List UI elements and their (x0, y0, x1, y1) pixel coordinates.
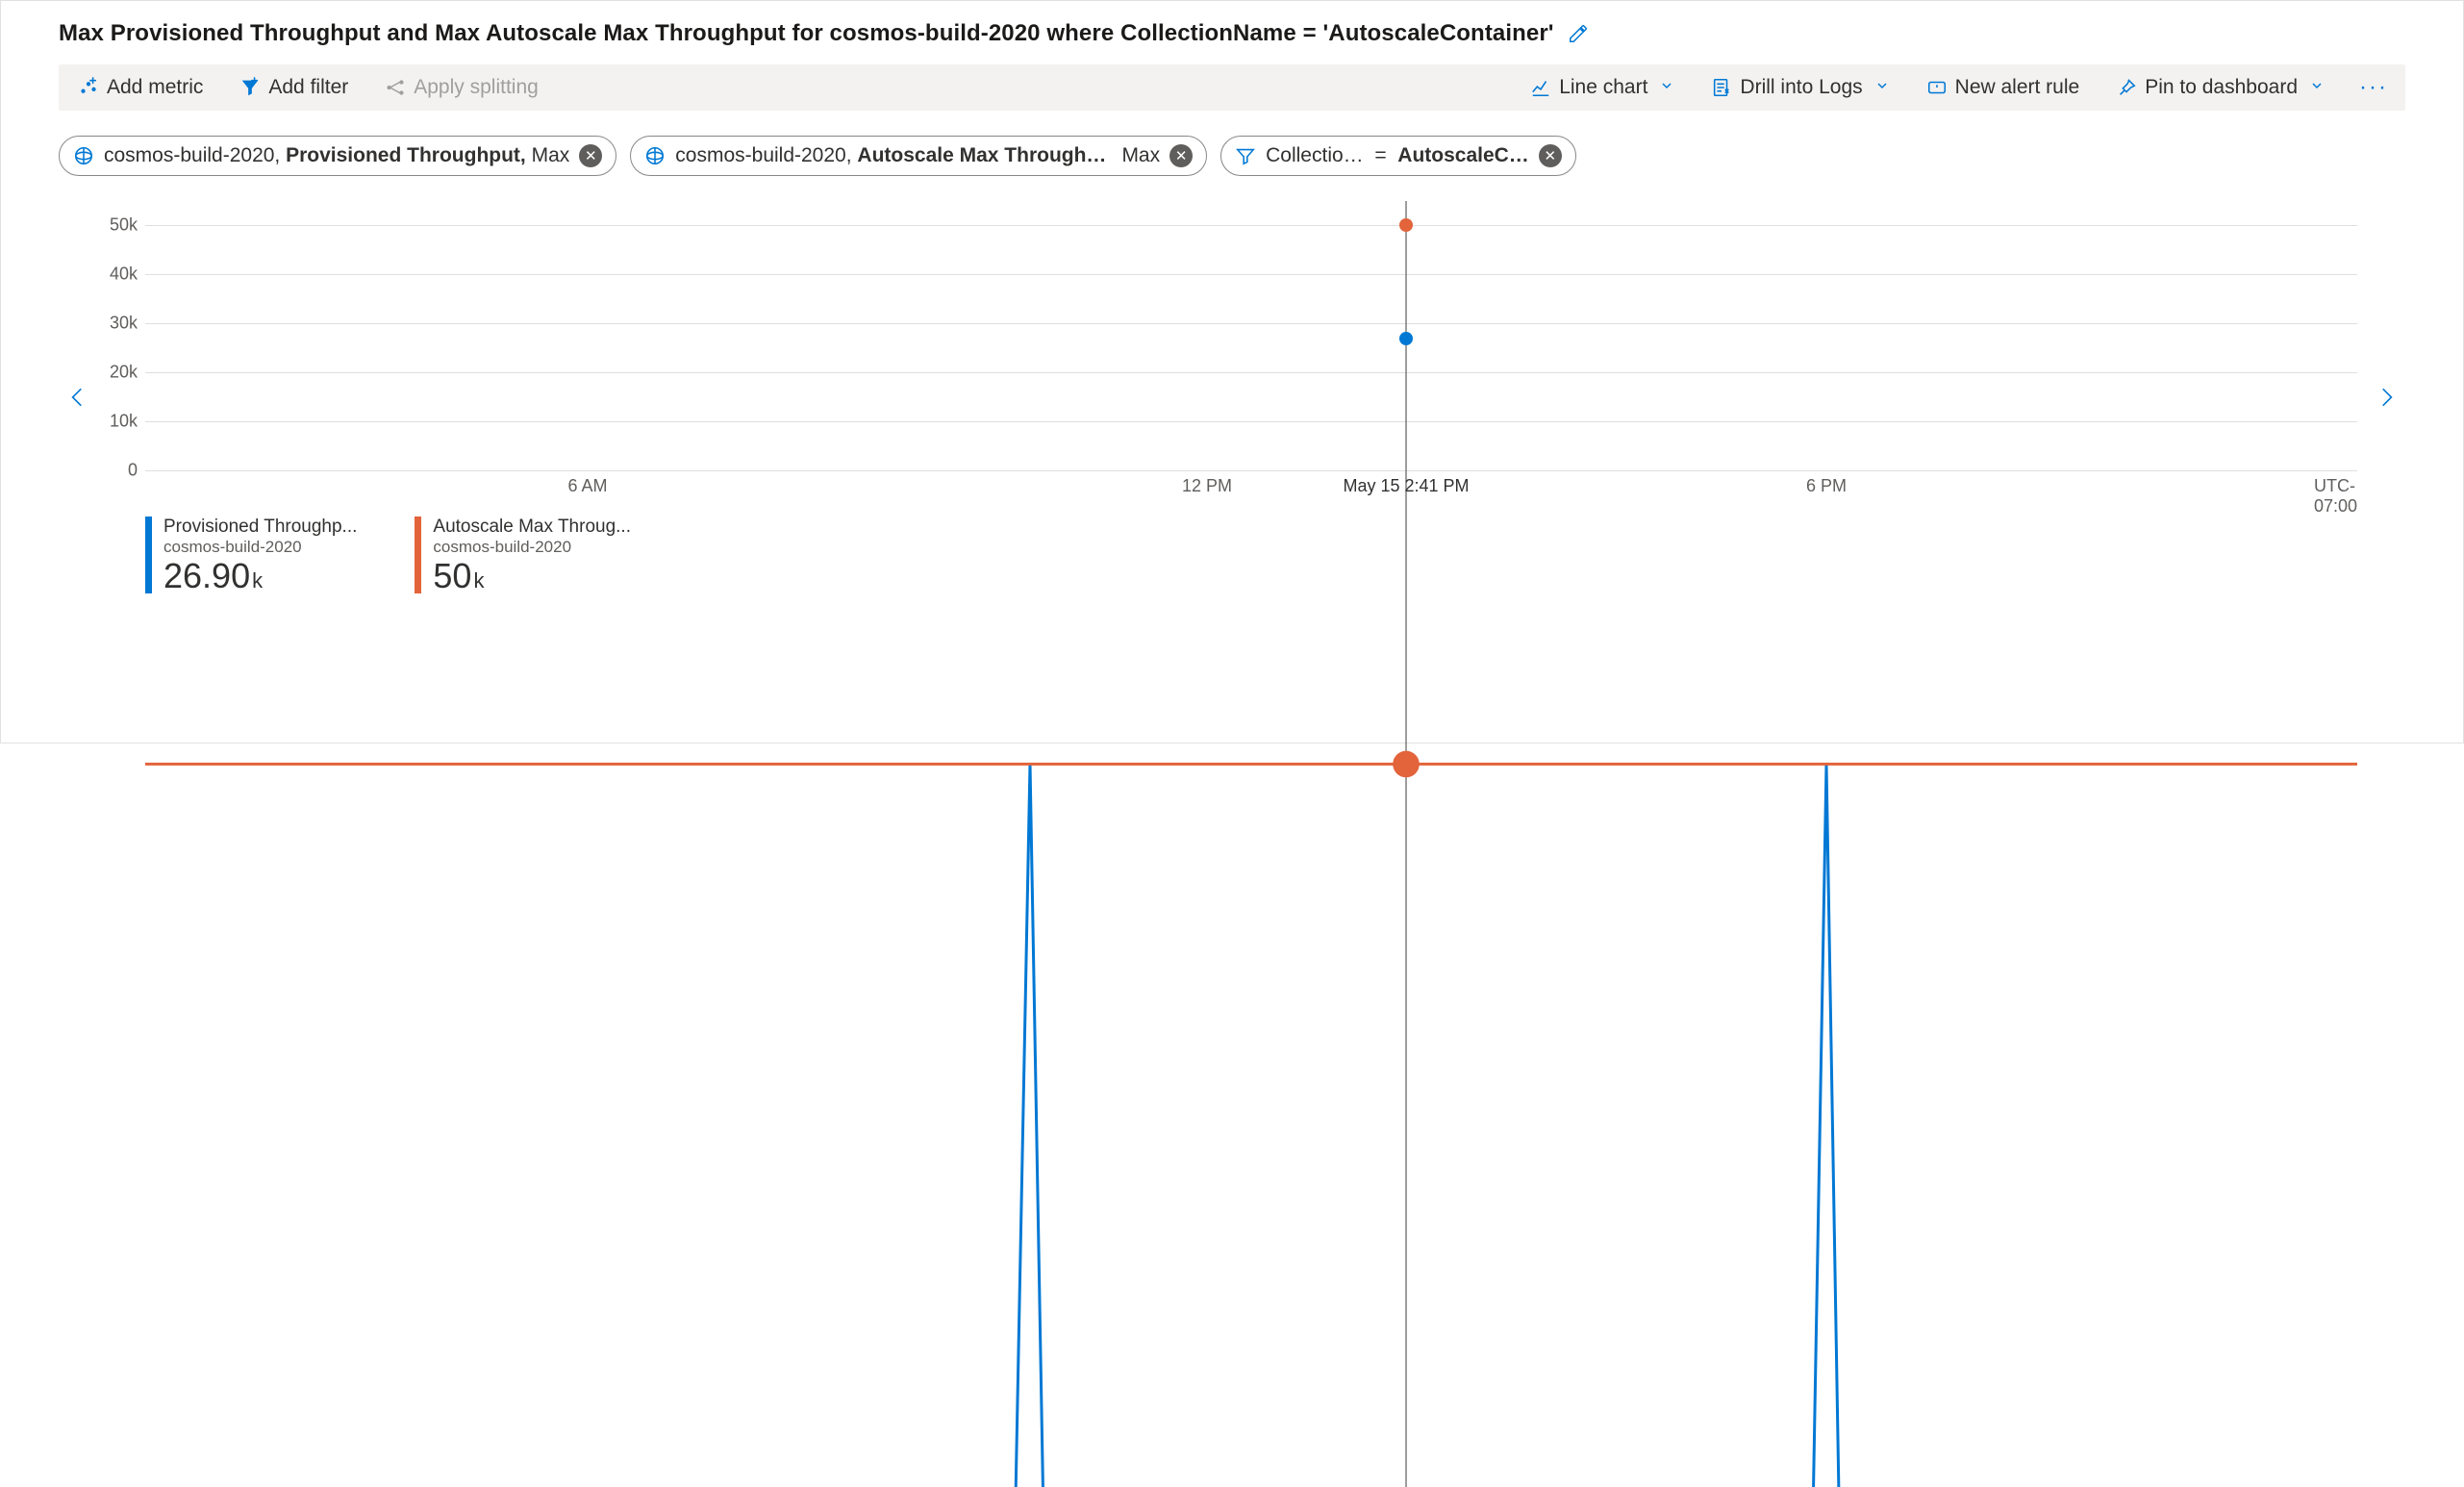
pin-dashboard-button[interactable]: Pin to dashboard (2106, 70, 2334, 105)
y-tick-label: 30k (110, 314, 138, 334)
prev-time-button[interactable] (59, 380, 97, 415)
pin-dashboard-label: Pin to dashboard (2145, 76, 2298, 99)
new-alert-button[interactable]: New alert rule (1917, 70, 2090, 105)
y-tick-label: 10k (110, 412, 138, 432)
y-tick-label: 40k (110, 265, 138, 285)
add-metric-button[interactable]: Add metric (68, 70, 213, 105)
add-filter-label: Add filter (268, 76, 348, 99)
chevron-down-icon (1659, 76, 1674, 99)
filter-value: AutoscaleC… (1397, 144, 1529, 166)
alert-icon (1926, 77, 1948, 98)
close-icon[interactable]: ✕ (1169, 144, 1193, 167)
chevron-down-icon (2309, 76, 2325, 99)
chart-type-button[interactable]: Line chart (1521, 70, 1684, 105)
next-time-button[interactable] (2367, 380, 2405, 415)
filter-icon (1235, 145, 1256, 166)
apply-splitting-button: Apply splitting (375, 70, 548, 105)
hover-time-label: May 15 2:41 PM (1343, 476, 1469, 496)
x-tick-label: 6 AM (567, 476, 607, 496)
apply-splitting-label: Apply splitting (414, 76, 539, 99)
add-metric-icon (78, 77, 99, 98)
line-chart-icon (1530, 77, 1551, 98)
x-tick-label: 6 PM (1806, 476, 1847, 496)
edit-title-icon[interactable] (1568, 23, 1589, 44)
chevron-down-icon (1874, 76, 1890, 99)
add-metric-label: Add metric (107, 76, 203, 99)
logs-icon (1711, 77, 1732, 98)
y-tick-label: 0 (128, 461, 138, 481)
filter-icon (239, 77, 261, 98)
pill-agg: Max (1121, 144, 1160, 167)
y-tick-label: 50k (110, 215, 138, 236)
pill-metric: Autoscale Max Through… (857, 144, 1106, 166)
cosmos-icon (73, 145, 94, 166)
metric-pill-provisioned[interactable]: cosmos-build-2020, Provisioned Throughpu… (59, 136, 616, 176)
hover-marker-dot (1399, 332, 1413, 345)
hover-marker-dot (1399, 218, 1413, 232)
drill-logs-label: Drill into Logs (1740, 76, 1862, 99)
pill-scope: cosmos-build-2020, (104, 144, 280, 166)
pill-metric: Provisioned Throughput, (286, 144, 526, 166)
line-chart[interactable]: 010k20k30k40k50k (145, 201, 2357, 470)
filter-key: Collectio… (1266, 144, 1364, 166)
x-axis: 6 AM12 PM6 PMMay 15 2:41 PMUTC-07:00 (145, 476, 2357, 503)
page-title: Max Provisioned Throughput and Max Autos… (59, 20, 1554, 47)
pin-icon (2116, 77, 2137, 98)
cosmos-icon (644, 145, 666, 166)
chart-type-label: Line chart (1559, 76, 1647, 99)
close-icon[interactable]: ✕ (579, 144, 602, 167)
chart-toolbar: Add metric Add filter Apply splitting Li… (59, 64, 2405, 111)
drill-logs-button[interactable]: Drill into Logs (1701, 70, 1898, 105)
more-actions-button[interactable]: ··· (2351, 72, 2396, 103)
add-filter-button[interactable]: Add filter (230, 70, 358, 105)
timezone-label: UTC-07:00 (2314, 476, 2357, 517)
filter-pill[interactable]: Collectio… = AutoscaleC… ✕ (1220, 136, 1576, 176)
pill-agg: Max (532, 144, 570, 166)
y-tick-label: 20k (110, 363, 138, 383)
splitting-icon (385, 77, 406, 98)
metric-pill-autoscale[interactable]: cosmos-build-2020, Autoscale Max Through… (630, 136, 1207, 176)
x-tick-label: 12 PM (1182, 476, 1232, 496)
new-alert-label: New alert rule (1955, 76, 2080, 99)
filter-op: = (1374, 144, 1386, 166)
close-icon[interactable]: ✕ (1539, 144, 1562, 167)
pill-scope: cosmos-build-2020, (675, 144, 851, 166)
